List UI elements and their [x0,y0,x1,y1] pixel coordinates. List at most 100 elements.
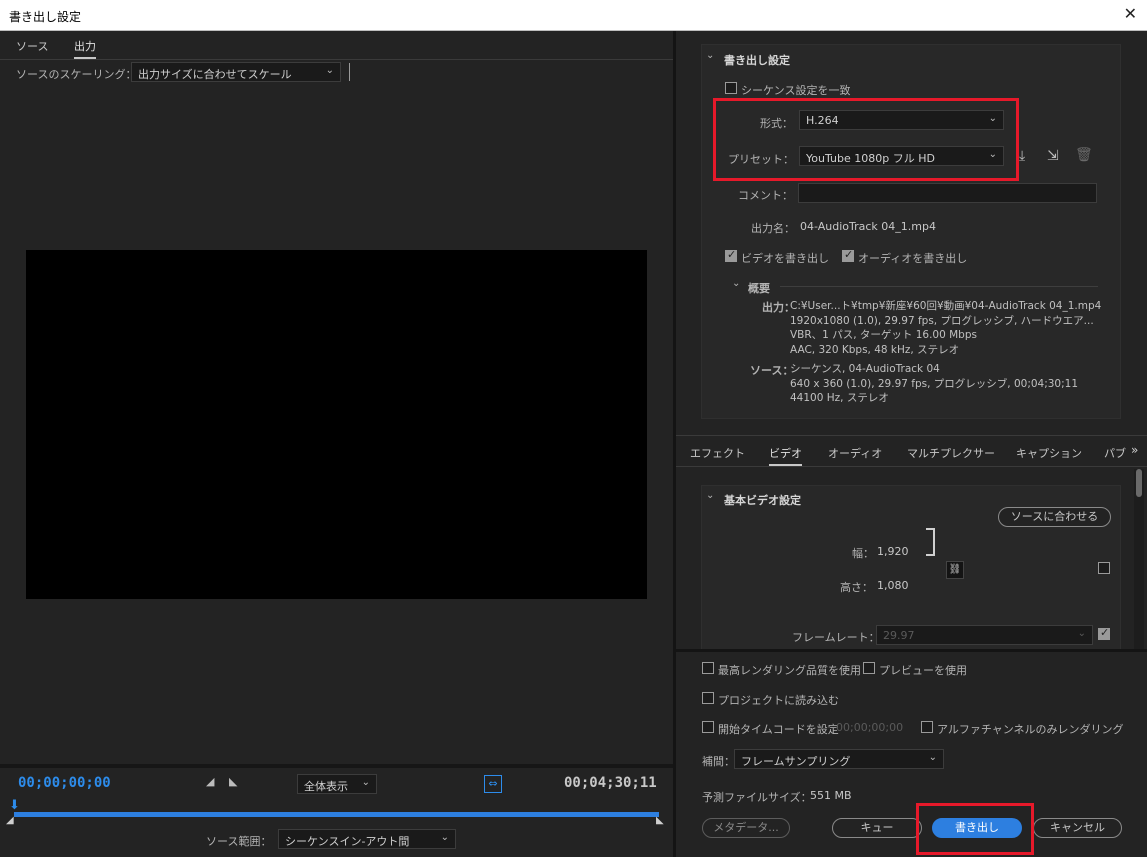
tab-output[interactable]: 出力 [74,38,96,59]
tab-effects[interactable]: エフェクト [690,445,745,461]
close-icon[interactable]: ✕ [1124,4,1137,23]
export-video-label: ビデオを書き出し [741,252,829,265]
timecode-start[interactable]: 00;00;00;00 [18,775,111,791]
tab-multiplexer[interactable]: マルチプレクサー [907,445,995,461]
chevron-down-icon[interactable]: ⌄ [706,490,714,501]
queue-button[interactable]: キュー [832,818,922,838]
more-tabs-icon[interactable]: » [1131,443,1138,457]
summary-output-line: AAC, 320 Kbps, 48 kHz, ステレオ [790,343,960,356]
tab-source[interactable]: ソース [16,38,48,54]
window-title: 書き出し設定 [9,10,82,24]
in-point-icon[interactable]: ◢ [6,815,14,826]
metadata-button[interactable]: メタデータ... [702,818,790,838]
match-source-button[interactable]: ソースに合わせる [998,507,1111,527]
filesize-value: 551 MB [810,789,852,802]
chevron-down-icon: ⌄ [1077,628,1086,639]
chevron-down-icon[interactable]: ⌄ [732,278,740,289]
alpha-only-checkbox[interactable] [921,721,933,733]
max-render-checkbox[interactable] [702,662,714,674]
use-preview-checkbox[interactable] [863,662,875,674]
height-label: 高さ： [840,581,873,594]
timecode-end: 00;04;30;11 [564,775,657,791]
divider [780,286,1098,287]
range-dropdown[interactable]: シーケンスイン-アウト間 ⌄ [278,829,456,849]
basic-video-header: 基本ビデオ設定 [724,494,801,507]
range-value: シーケンスイン-アウト間 [285,835,410,848]
import-project-checkbox[interactable] [702,692,714,704]
fit-icon[interactable]: ⇔ [484,775,502,793]
output-name-link[interactable]: 04-AudioTrack 04_1.mp4 [800,220,936,233]
tab-captions[interactable]: キャプション [1016,445,1082,461]
start-timecode-label: 開始タイムコードを設定 [718,723,839,736]
export-video-checkbox[interactable] [725,248,737,262]
framerate-label: フレームレート： [792,631,880,644]
comment-input[interactable] [798,183,1097,203]
mark-in-icon[interactable]: ◢ [206,775,214,788]
tab-audio[interactable]: オーディオ [828,445,882,461]
dimension-override-checkbox[interactable] [1098,562,1110,574]
cancel-button[interactable]: キャンセル [1033,818,1122,838]
scaling-dropdown[interactable]: 出力サイズに合わせてスケール ⌄ [131,62,341,82]
highlight-box [916,803,1034,855]
use-preview-label: プレビューを使用 [879,664,967,677]
divider [349,63,350,81]
height-value[interactable]: 1,080 [877,579,909,592]
summary-output-line: VBR、1 パス, ターゲット 16.00 Mbps [790,329,977,341]
framerate-value: 29.97 [883,629,915,642]
framerate-dropdown[interactable]: 29.97 ⌄ [876,625,1093,645]
import-preset-icon[interactable]: ⇲ [1047,148,1059,164]
match-sequence-label: シーケンス設定を一致 [741,84,851,97]
mark-out-icon[interactable]: ◣ [229,775,237,788]
match-sequence-checkbox[interactable] [725,82,737,94]
import-project-label: プロジェクトに読み込む [718,694,839,707]
tab-video[interactable]: ビデオ [769,445,802,466]
zoom-dropdown[interactable]: 全体表示 ⌄ [297,774,377,794]
divider [676,649,1147,652]
max-render-label: 最高レンダリング品質を使用 [718,664,861,677]
scaling-value: 出力サイズに合わせてスケール [138,68,292,81]
chevron-down-icon: ⌄ [440,832,449,843]
summary-header: 概要 [748,282,770,295]
title-bar: 書き出し設定 ✕ [0,0,1147,31]
chevron-down-icon: ⌄ [928,752,937,763]
summary-source-label: ソース： [750,364,794,377]
export-audio-checkbox[interactable] [842,248,854,262]
alpha-only-label: アルファチャンネルのみレンダリング [937,723,1124,736]
width-value[interactable]: 1,920 [877,545,909,558]
divider [0,764,673,768]
chevron-down-icon[interactable]: ⌄ [706,50,714,61]
summary-output-line: C:¥User...ト¥tmp¥新座¥60回¥動画¥04-AudioTrack … [790,300,1102,312]
video-preview [26,250,647,599]
tab-publish[interactable]: パブ [1104,445,1126,461]
highlight-box [713,98,1019,181]
zoom-value: 全体表示 [304,780,348,793]
start-timecode-checkbox[interactable] [702,721,714,733]
summary-source-line: 44100 Hz, ステレオ [790,392,889,404]
export-audio-label: オーディオを書き出し [858,252,968,265]
summary-output: C:¥User...ト¥tmp¥新座¥60回¥動画¥04-AudioTrack … [790,299,1101,357]
playhead-icon[interactable]: ⬇ [9,798,20,813]
timeline-track[interactable] [14,812,659,817]
interp-value: フレームサンプリング [741,755,851,768]
comment-label: コメント： [738,189,793,202]
interp-label: 補間： [702,755,735,768]
summary-source-line: 640 x 360 (1.0), 29.97 fps, プログレッシブ, 00;… [790,377,1079,390]
right-panel: ⌄ 書き出し設定 シーケンス設定を一致 形式： H.264 ⌄ プリセット： Y… [676,31,1147,857]
chevron-down-icon: ⌄ [325,65,334,76]
start-timecode-value[interactable]: 00;00;00;00 [836,721,903,734]
output-name-label: 出力名： [751,222,795,235]
export-settings-header: 書き出し設定 [724,54,790,67]
trash-icon[interactable]: 🗑 [1075,147,1093,163]
framerate-override-checkbox[interactable] [1098,626,1110,640]
chevron-down-icon: ⌄ [361,777,370,788]
interp-dropdown[interactable]: フレームサンプリング ⌄ [734,749,944,769]
scrollbar-thumb[interactable] [1136,469,1142,497]
range-label: ソース範囲： [206,835,272,848]
save-preset-icon[interactable]: ⤓ [1019,148,1025,164]
link-bracket [926,528,935,556]
scrollbar[interactable] [1134,469,1144,649]
link-icon[interactable]: ⛓ [946,561,964,579]
out-point-icon[interactable]: ◣ [656,815,664,826]
width-label: 幅： [852,547,874,560]
summary-source: シーケンス, 04-AudioTrack 04 640 x 360 (1.0),… [790,362,1078,406]
